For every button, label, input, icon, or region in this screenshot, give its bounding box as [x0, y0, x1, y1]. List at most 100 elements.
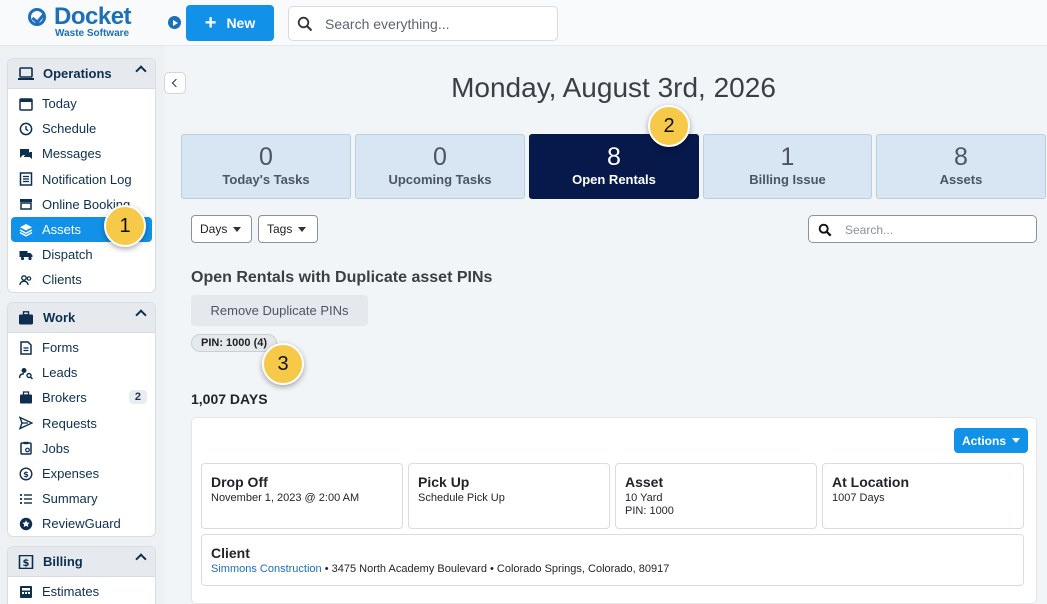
sidebar-item-notification-log[interactable]: Notification Log	[8, 167, 155, 192]
work-header[interactable]: Work	[8, 303, 155, 333]
docket-logo-icon	[28, 8, 46, 26]
days-filter-dropdown[interactable]: Days	[191, 215, 252, 243]
sidebar-item-label: Forms	[42, 340, 79, 356]
docket-logo[interactable]: Docket Waste Software	[28, 3, 138, 41]
log-icon	[19, 172, 33, 186]
briefcase-icon	[19, 310, 33, 324]
stat-upcoming-tasks[interactable]: 0 Upcoming Tasks	[355, 134, 525, 199]
global-search	[288, 6, 558, 41]
top-bar: Docket Waste Software + New	[0, 0, 1047, 46]
at-location-value: 1007 Days	[832, 492, 885, 504]
search-icon	[818, 223, 832, 237]
operations-panel: Operations Today Schedule Messages Notif…	[7, 58, 156, 293]
sidebar-item-jobs[interactable]: Jobs	[8, 436, 155, 461]
drop-off-title: Drop Off	[211, 474, 268, 490]
stat-label: Today's Tasks	[222, 172, 310, 187]
billing-header[interactable]: $ Billing	[8, 547, 155, 577]
sidebar-item-label: Requests	[42, 415, 97, 431]
sidebar-item-label: Notification Log	[42, 171, 132, 187]
global-search-input[interactable]	[325, 14, 545, 34]
pick-up-title: Pick Up	[418, 474, 470, 490]
sidebar-item-dispatch[interactable]: Dispatch	[8, 242, 155, 267]
user-search-icon	[19, 367, 33, 380]
svg-text:$: $	[23, 470, 29, 479]
laptop-icon	[18, 66, 34, 80]
sidebar-item-clients[interactable]: Clients	[8, 267, 155, 292]
chevron-up-icon[interactable]	[135, 309, 147, 321]
client-cell: Client Simmons Construction • 3475 North…	[201, 534, 1024, 586]
sidebar-item-label: Today	[42, 96, 77, 112]
brokers-count-badge: 2	[128, 390, 147, 405]
search-icon	[297, 16, 313, 32]
storefront-icon	[20, 199, 32, 211]
work-title: Work	[43, 310, 76, 325]
chevron-up-icon[interactable]	[135, 553, 147, 565]
operations-header[interactable]: Operations	[8, 59, 155, 89]
sidebar-item-label: Dispatch	[42, 247, 93, 263]
chevron-up-icon[interactable]	[135, 65, 147, 77]
svg-text:$: $	[23, 558, 30, 569]
sidebar-item-requests[interactable]: Requests	[8, 411, 155, 436]
pin-chip[interactable]: PIN: 1000 (4)	[191, 334, 278, 352]
sidebar-item-summary[interactable]: Summary	[8, 486, 155, 511]
work-panel: Work Forms Leads Brokers 2 Requests Jobs…	[7, 302, 156, 537]
rentals-search	[808, 215, 1037, 243]
sidebar-item-today[interactable]: Today	[8, 91, 155, 116]
sidebar-item-brokers[interactable]: Brokers 2	[8, 385, 155, 410]
sidebar-item-messages[interactable]: Messages	[8, 141, 155, 166]
drop-off-date-link[interactable]: November 1, 2023 @ 2:00 AM	[211, 492, 393, 504]
asset-size: 10 Yard	[625, 492, 663, 504]
stat-label: Upcoming Tasks	[388, 172, 492, 187]
rentals-search-input[interactable]	[845, 221, 1025, 238]
stat-value: 8	[954, 143, 968, 171]
stat-billing-issue[interactable]: 1 Billing Issue	[703, 134, 872, 199]
duplicate-pins-heading: Open Rentals with Duplicate asset PINs	[191, 269, 493, 286]
chat-icon	[20, 148, 32, 159]
logo-word: Docket	[54, 3, 132, 30]
schedule-pick-up-link[interactable]: Schedule Pick Up	[418, 492, 600, 504]
asset-pin-link[interactable]: PIN: 1000	[625, 505, 807, 517]
page-title: Monday, August 3rd, 2026	[451, 72, 776, 103]
sidebar-item-leads[interactable]: Leads	[8, 360, 155, 385]
tags-filter-dropdown[interactable]: Tags	[258, 215, 318, 243]
new-button-label: New	[226, 15, 256, 31]
stat-value: 0	[433, 143, 447, 171]
plus-icon: +	[204, 12, 217, 34]
asset-cell: Asset 10 Yard PIN: 1000	[615, 463, 817, 529]
sidebar-item-label: ReviewGuard	[42, 516, 121, 532]
tags-filter-label: Tags	[267, 222, 293, 236]
sidebar-item-reviewguard[interactable]: ReviewGuard	[8, 511, 155, 536]
sidebar: Operations Today Schedule Messages Notif…	[0, 46, 164, 604]
actions-button[interactable]: Actions	[954, 428, 1028, 453]
callout-3: 3	[262, 343, 304, 385]
sidebar-item-label: Expenses	[42, 466, 100, 482]
client-name-link[interactable]: Simmons Construction	[211, 563, 322, 575]
sidebar-item-estimates[interactable]: Estimates	[8, 579, 155, 604]
stat-label: Open Rentals	[572, 172, 656, 187]
caret-down-icon	[1012, 438, 1020, 443]
actions-label: Actions	[961, 433, 1006, 448]
stat-assets[interactable]: 8 Assets	[876, 134, 1046, 199]
sidebar-item-label: Schedule	[42, 121, 97, 137]
sidebar-item-label: Brokers	[42, 390, 87, 406]
sidebar-item-label: Jobs	[42, 440, 70, 456]
remove-duplicate-pins-button[interactable]: Remove Duplicate PINs	[191, 295, 368, 326]
operations-title: Operations	[43, 66, 112, 81]
calendar-icon	[19, 97, 33, 111]
billing-panel: $ Billing Estimates	[7, 546, 156, 604]
days-filter-label: Days	[200, 222, 228, 236]
sidebar-item-forms[interactable]: Forms	[8, 335, 155, 360]
client-title: Client	[211, 545, 250, 561]
play-icon[interactable]	[168, 16, 181, 29]
sidebar-item-label: Leads	[42, 365, 78, 381]
new-button[interactable]: + New	[186, 5, 274, 41]
days-group-heading: 1,007 DAYS	[191, 391, 268, 407]
sidebar-item-schedule[interactable]: Schedule	[8, 116, 155, 141]
stat-label: Assets	[939, 172, 983, 187]
caret-down-icon	[233, 226, 242, 232]
callout-2: 2	[648, 105, 690, 147]
asset-title: Asset	[625, 474, 664, 490]
stat-label: Billing Issue	[749, 172, 826, 187]
sidebar-item-expenses[interactable]: $ Expenses	[8, 461, 155, 486]
stat-todays-tasks[interactable]: 0 Today's Tasks	[181, 134, 351, 199]
